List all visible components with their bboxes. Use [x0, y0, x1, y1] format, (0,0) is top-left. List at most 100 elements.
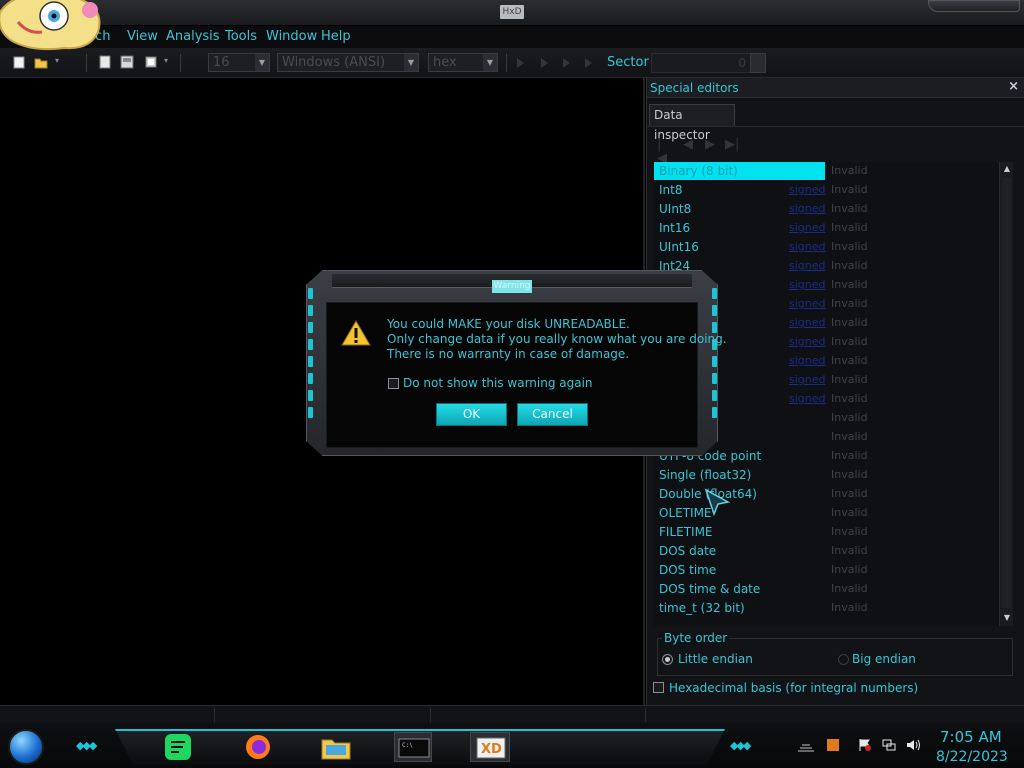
list-item-value[interactable]: Invalid — [831, 221, 868, 234]
action-center-flag-icon[interactable] — [858, 738, 872, 752]
cancel-button[interactable]: Cancel — [517, 403, 588, 426]
clock-date[interactable]: 8/22/2023 — [936, 749, 1008, 765]
list-item-value[interactable]: Invalid — [831, 430, 868, 443]
command-prompt-icon[interactable]: C:\ — [394, 732, 432, 762]
dropdown-arrow-icon[interactable]: ▾ — [164, 56, 168, 65]
list-item[interactable]: DOS date Invalid — [653, 542, 1005, 561]
ram-icon[interactable] — [144, 55, 158, 69]
hxd-taskbar-icon[interactable]: XD — [470, 732, 510, 762]
list-item[interactable]: Int8 signed Invalid — [653, 181, 1005, 200]
list-item-value[interactable]: Invalid — [831, 392, 868, 405]
signed-toggle-link[interactable]: signed — [789, 183, 826, 196]
dropdown-arrow-icon[interactable]: ▾ — [55, 56, 59, 65]
list-item-value[interactable]: Invalid — [831, 411, 868, 424]
last-record-icon[interactable]: ▶| — [725, 138, 739, 152]
clock-time[interactable]: 7:05 AM — [940, 728, 1002, 746]
list-item[interactable]: time_t (32 bit) Invalid — [653, 599, 1005, 618]
network-icon[interactable] — [882, 738, 896, 752]
signed-toggle-link[interactable]: signed — [789, 221, 826, 234]
signed-toggle-link[interactable]: signed — [789, 354, 826, 367]
menu-analysis[interactable]: Analysis — [166, 29, 220, 44]
file-explorer-icon[interactable] — [320, 732, 352, 762]
list-item-value[interactable]: Invalid — [831, 354, 868, 367]
signed-toggle-link[interactable]: signed — [789, 316, 826, 329]
hex-basis-checkbox[interactable] — [653, 682, 664, 693]
network-lines-icon[interactable] — [796, 739, 816, 753]
list-item[interactable]: UInt8 signed Invalid — [653, 200, 1005, 219]
list-item-value[interactable]: Invalid — [831, 373, 868, 386]
big-endian-radio[interactable] — [838, 654, 849, 665]
charset-select[interactable]: Windows (ANSI) ▼ — [277, 53, 419, 72]
list-item-value[interactable]: Invalid — [831, 582, 868, 595]
signed-toggle-link[interactable]: signed — [789, 335, 826, 348]
list-item-value[interactable]: Invalid — [831, 544, 868, 557]
list-item-value[interactable]: Invalid — [831, 449, 868, 462]
list-item-value[interactable]: Invalid — [831, 487, 868, 500]
list-item-value[interactable]: Invalid — [831, 278, 868, 291]
list-item[interactable]: Binary (8 bit) Invalid — [653, 162, 1005, 181]
spotify-icon[interactable] — [162, 732, 194, 762]
list-item[interactable]: Int16 signed Invalid — [653, 219, 1005, 238]
signed-toggle-link[interactable]: signed — [789, 278, 826, 291]
list-item-value[interactable]: Invalid — [831, 506, 868, 519]
signed-toggle-link[interactable]: signed — [789, 240, 826, 253]
signed-toggle-link[interactable]: signed — [789, 297, 826, 310]
tab-data-inspector[interactable]: Data inspector — [649, 104, 735, 142]
scroll-down-icon[interactable]: ▼ — [1000, 611, 1014, 625]
signed-toggle-link[interactable]: signed — [789, 373, 826, 386]
prev-record-icon[interactable]: ◀ — [683, 138, 697, 152]
list-item-value[interactable]: Invalid — [831, 316, 868, 329]
list-item-value[interactable]: Invalid — [831, 468, 868, 481]
list-item-value[interactable]: Invalid — [831, 259, 868, 272]
new-file-icon[interactable] — [12, 55, 26, 69]
window-title-bar[interactable]: HxD — [0, 0, 1024, 26]
menu-help[interactable]: Help — [321, 29, 351, 44]
volume-icon[interactable] — [906, 738, 920, 752]
open-folder-icon[interactable] — [34, 55, 48, 69]
first-record-icon[interactable]: |◀ — [657, 138, 671, 166]
little-endian-label[interactable]: Little endian — [678, 652, 753, 666]
ok-button[interactable]: OK — [436, 403, 507, 426]
list-item-value[interactable]: Invalid — [831, 297, 868, 310]
list-item-value[interactable]: Invalid — [831, 202, 868, 215]
firefox-icon[interactable] — [242, 732, 274, 762]
menu-tools[interactable]: Tools — [225, 29, 257, 44]
list-item-value[interactable]: Invalid — [831, 601, 868, 614]
close-icon[interactable]: × — [1008, 79, 1019, 94]
list-item[interactable]: DOS time & date Invalid — [653, 580, 1005, 599]
page-icon[interactable] — [98, 55, 112, 69]
next-record-icon[interactable]: ▶ — [705, 138, 719, 152]
list-item-value[interactable]: Invalid — [831, 335, 868, 348]
list-item-value[interactable]: Invalid — [831, 563, 868, 576]
list-item[interactable]: Single (float32) Invalid — [653, 466, 1005, 485]
list-item-value[interactable]: Invalid — [831, 164, 868, 177]
signed-toggle-link[interactable]: signed — [789, 259, 826, 272]
data-inspector-scrollbar[interactable]: ▲ ▼ — [999, 162, 1013, 626]
start-button[interactable] — [8, 729, 44, 765]
list-item-value[interactable]: Invalid — [831, 240, 868, 253]
first-sector-icon[interactable] — [517, 58, 524, 68]
scroll-up-icon[interactable]: ▲ — [1000, 162, 1014, 176]
signed-toggle-link[interactable]: signed — [789, 392, 826, 405]
big-endian-label[interactable]: Big endian — [852, 652, 916, 666]
disk-icon[interactable] — [120, 55, 134, 69]
list-item-value[interactable]: Invalid — [831, 183, 868, 196]
dont-show-again-checkbox[interactable] — [388, 378, 399, 389]
app-tray-icon[interactable] — [826, 738, 840, 752]
menu-view[interactable]: View — [127, 29, 158, 44]
list-item[interactable]: FILETIME Invalid — [653, 523, 1005, 542]
dont-show-again-label[interactable]: Do not show this warning again — [403, 376, 593, 390]
next-sector-icon[interactable] — [563, 58, 570, 68]
window-controls[interactable] — [928, 0, 1020, 12]
little-endian-radio[interactable] — [662, 654, 673, 665]
menu-window[interactable]: Window — [266, 29, 317, 44]
scrollbar-thumb[interactable] — [1002, 178, 1011, 608]
bytes-per-row-select[interactable]: 16 ▼ — [208, 53, 270, 72]
signed-toggle-link[interactable]: signed — [789, 202, 826, 215]
list-item-value[interactable]: Invalid — [831, 525, 868, 538]
list-item[interactable]: DOS time Invalid — [653, 561, 1005, 580]
offset-base-select[interactable]: hex ▼ — [428, 53, 498, 72]
last-sector-icon[interactable] — [585, 58, 592, 68]
prev-sector-icon[interactable] — [541, 58, 548, 68]
sector-input[interactable]: 0 — [651, 53, 751, 73]
